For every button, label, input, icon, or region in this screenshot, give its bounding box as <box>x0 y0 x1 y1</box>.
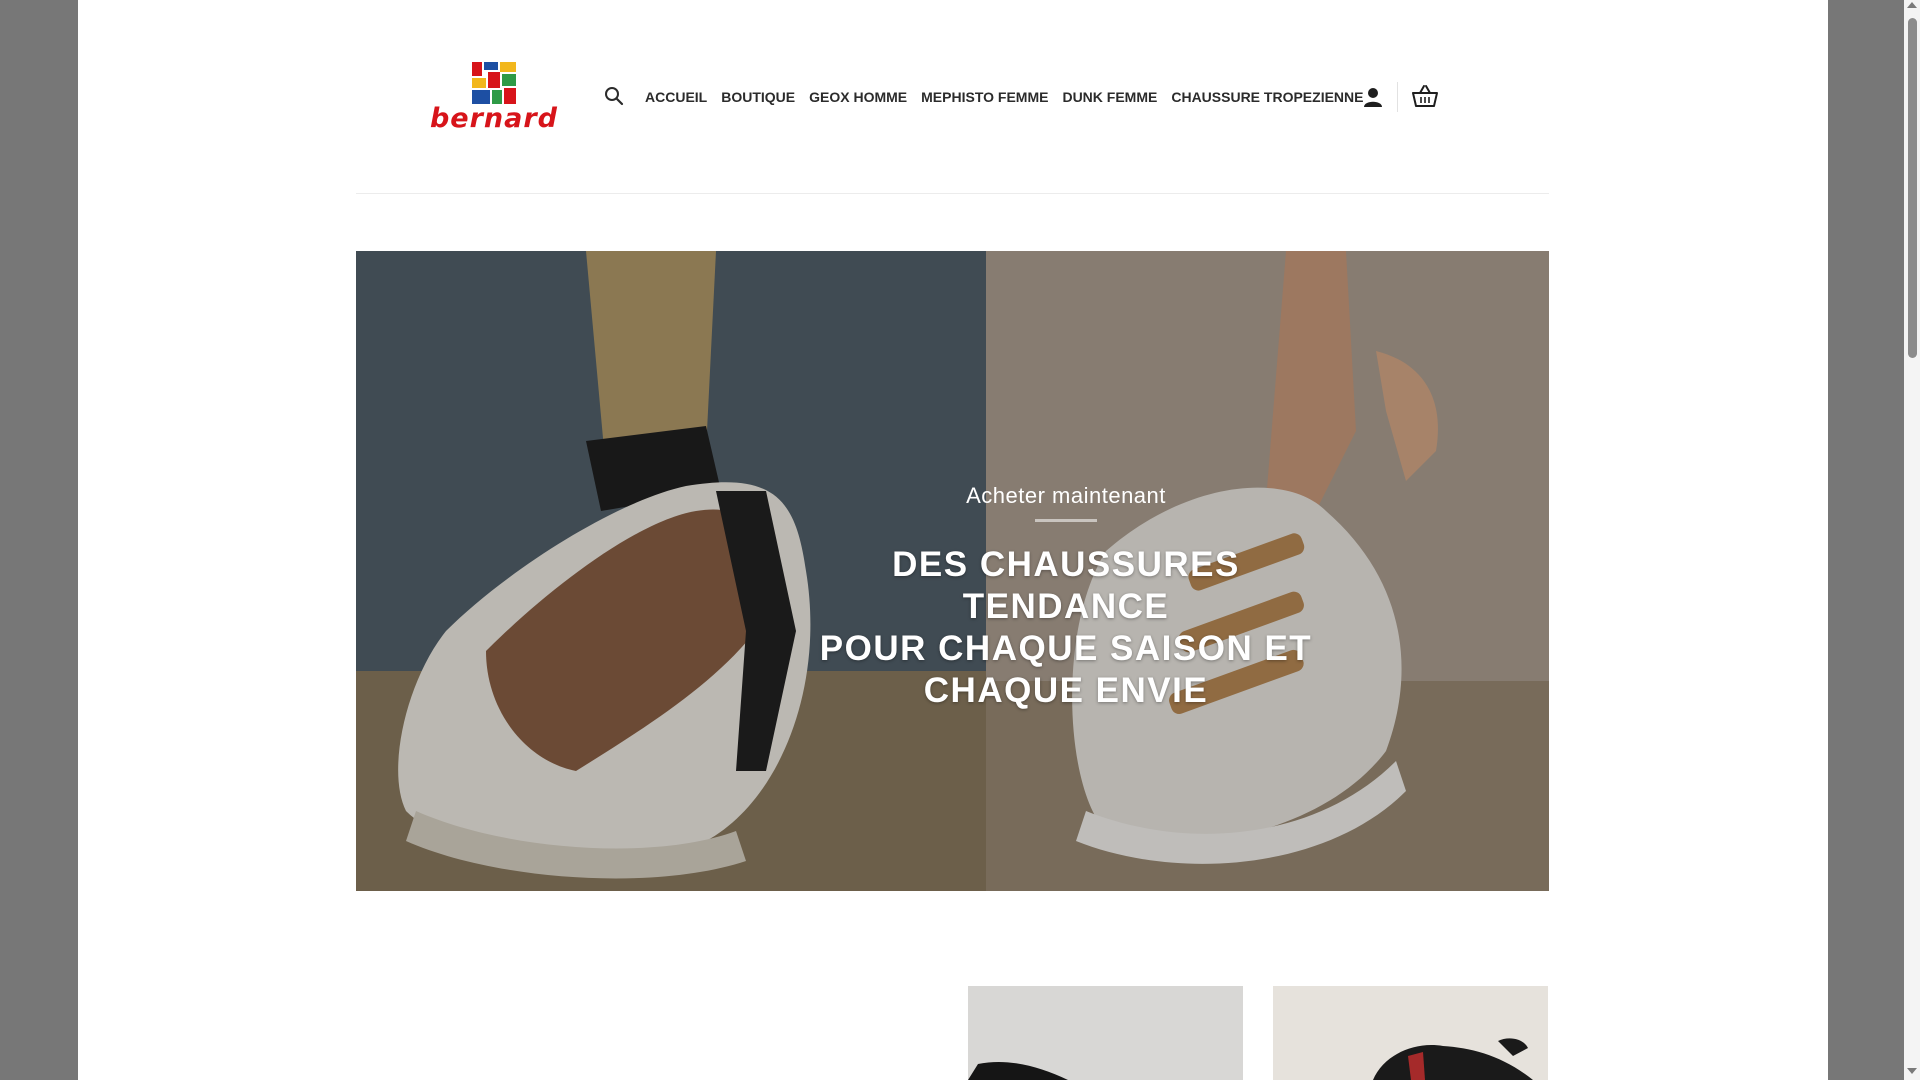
nav-item-boutique[interactable]: BOUTIQUE <box>714 86 802 108</box>
logo-mark-icon <box>472 62 516 104</box>
nav-item-geox-homme[interactable]: GEOX HOMME <box>802 86 914 108</box>
scroll-up-arrow-icon[interactable] <box>1907 2 1917 8</box>
shop-now-link[interactable]: Acheter maintenant <box>786 481 1346 511</box>
search-icon[interactable] <box>604 86 624 106</box>
hero-content: Acheter maintenant DES CHAUSSURES TENDAN… <box>786 481 1346 712</box>
hero-divider <box>1035 519 1097 522</box>
logo-text: bernard <box>429 103 559 134</box>
basket-icon[interactable] <box>1412 84 1438 108</box>
hero-title-line-1: DES CHAUSSURES TENDANCE <box>892 545 1240 626</box>
nav-item-chaussure-tropezienne[interactable]: CHAUSSURE TROPEZIENNE <box>1164 86 1370 108</box>
product-card-1[interactable] <box>968 986 1243 1080</box>
header-separator <box>1397 82 1398 112</box>
hero-title-line-3: CHAQUE ENVIE <box>923 671 1209 710</box>
page: bernard ACCUEIL BOUTIQUE GEOX HOMME MEPH… <box>78 0 1828 1080</box>
scrollbar-thumb[interactable] <box>1908 18 1917 358</box>
nav-item-dunk-femme[interactable]: DUNK FEMME <box>1055 86 1164 108</box>
header-divider <box>356 193 1549 194</box>
nav-item-accueil[interactable]: ACCUEIL <box>638 86 714 108</box>
product-card-2[interactable] <box>1273 986 1548 1080</box>
black-shoe-image <box>968 986 1243 1080</box>
hero-banner[interactable]: Acheter maintenant DES CHAUSSURES TENDAN… <box>356 251 1549 891</box>
main-nav: ACCUEIL BOUTIQUE GEOX HOMME MEPHISTO FEM… <box>638 86 1370 108</box>
user-icon[interactable] <box>1362 86 1384 108</box>
hero-title-line-2: POUR CHAQUE SAISON ET <box>819 629 1313 668</box>
black-sneaker-image <box>1273 986 1548 1080</box>
scroll-down-arrow-icon[interactable] <box>1907 1068 1917 1074</box>
site-logo[interactable]: bernard <box>424 60 564 136</box>
hero-title: DES CHAUSSURES TENDANCE POUR CHAQUE SAIS… <box>786 544 1346 712</box>
nav-item-mephisto-femme[interactable]: MEPHISTO FEMME <box>914 86 1055 108</box>
